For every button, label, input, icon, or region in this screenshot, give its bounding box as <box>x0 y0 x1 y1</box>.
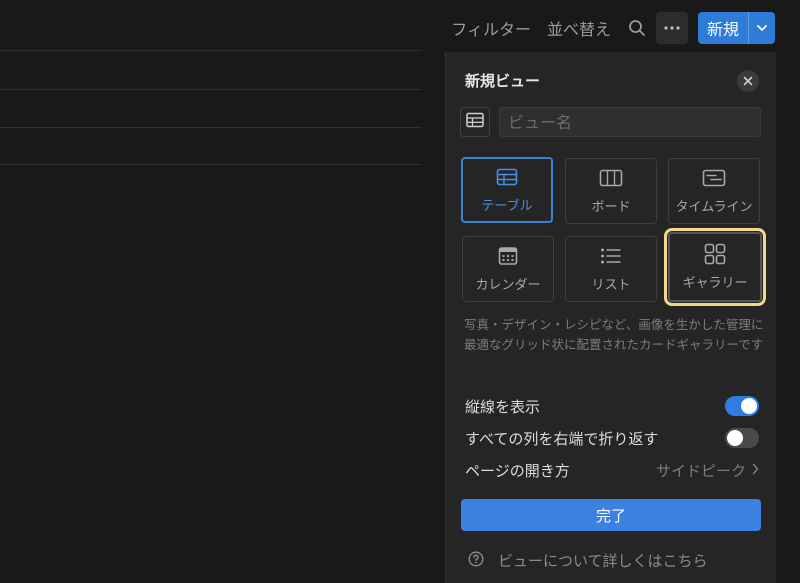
layout-option-gallery[interactable]: ギャラリー <box>664 228 766 306</box>
view-name-input[interactable] <box>499 107 761 137</box>
sort-button[interactable]: 並べ替え <box>547 16 611 40</box>
layout-option-label: ギャラリー <box>682 276 748 291</box>
layout-option-label: ボード <box>591 200 631 215</box>
timeline-icon <box>702 167 726 189</box>
layout-option-table[interactable]: テーブル <box>461 157 553 223</box>
new-view-panel: 新規ビュー テーブル ボード タイムライン カレンダー <box>445 52 776 583</box>
layout-option-label: タイムライン <box>675 200 753 215</box>
view-icon-picker[interactable] <box>460 107 490 137</box>
layout-option-label: カレンダー <box>475 278 541 293</box>
board-icon <box>599 167 623 189</box>
table-row-divider <box>0 50 422 51</box>
wrap-columns-row: すべての列を右端で折り返す <box>465 426 759 450</box>
open-page-label: ページの開き方 <box>465 461 570 480</box>
vertical-lines-toggle[interactable] <box>725 396 759 416</box>
layout-option-label: リスト <box>591 278 631 293</box>
layout-description: 写真・デザイン・レシピなど、画像を生かした管理に最適なグリッド状に配置されたカー… <box>464 317 764 352</box>
layout-option-timeline[interactable]: タイムライン <box>668 158 760 224</box>
panel-title: 新規ビュー <box>465 72 541 90</box>
new-button[interactable]: 新規 <box>698 12 748 44</box>
wrap-columns-label: すべての列を右端で折り返す <box>465 429 659 448</box>
vertical-lines-label: 縦線を表示 <box>465 397 541 416</box>
open-page-value[interactable]: サイドピーク <box>656 460 759 481</box>
layout-option-list[interactable]: リスト <box>565 236 657 302</box>
gallery-icon <box>704 243 726 265</box>
layout-option-calendar[interactable]: カレンダー <box>462 236 554 302</box>
table-icon <box>496 166 518 188</box>
search-icon[interactable] <box>627 18 647 38</box>
help-circle-icon <box>468 550 484 571</box>
vertical-lines-row: 縦線を表示 <box>465 394 759 418</box>
done-button[interactable]: 完了 <box>461 499 761 531</box>
chevron-down-icon[interactable] <box>748 12 775 44</box>
table-row-divider <box>0 164 422 165</box>
view-toolbar: フィルター 並べ替え 新規 <box>451 12 775 44</box>
help-link[interactable]: ビューについて詳しくはこちら <box>468 550 708 571</box>
layout-option-label: テーブル <box>481 199 533 214</box>
more-horizontal-icon[interactable] <box>656 12 688 44</box>
open-page-row[interactable]: ページの開き方 サイドピーク <box>465 458 759 482</box>
table-icon <box>466 112 484 132</box>
list-icon <box>600 245 622 267</box>
calendar-icon <box>498 245 518 267</box>
table-row-divider <box>0 127 422 128</box>
help-link-label: ビューについて詳しくはこちら <box>498 552 708 570</box>
wrap-columns-toggle[interactable] <box>725 428 759 448</box>
table-row-divider <box>0 89 422 90</box>
new-button-group: 新規 <box>698 12 775 44</box>
filter-button[interactable]: フィルター <box>451 16 531 40</box>
layout-option-board[interactable]: ボード <box>565 158 657 224</box>
chevron-right-icon <box>752 461 759 479</box>
close-icon[interactable] <box>737 70 759 92</box>
